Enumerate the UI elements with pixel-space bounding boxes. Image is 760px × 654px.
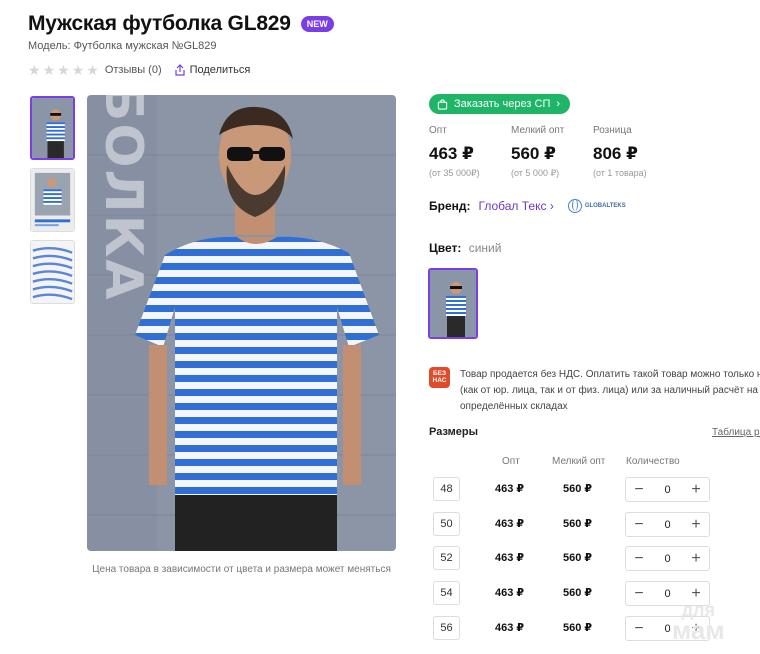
size-table-link[interactable]: Таблица ра xyxy=(712,427,760,438)
size-label[interactable]: 50 xyxy=(433,512,460,536)
size-price-small-opt: 560 ₽ xyxy=(563,552,593,564)
size-price-small-opt: 560 ₽ xyxy=(563,483,593,495)
price-block: Опт 463 ₽ (от 35 000₽) Мелкий опт 560 ₽ … xyxy=(429,125,675,179)
quantity-stepper: − 0 + xyxy=(625,477,710,502)
color-value: синий xyxy=(468,241,502,255)
main-product-image[interactable]: ФУТБОЛКА xyxy=(87,95,396,551)
brand-name: Глобал Текс xyxy=(478,199,547,213)
header-opt: Опт xyxy=(502,456,520,467)
watermark-logo: для мам xyxy=(672,600,725,645)
size-price-opt: 463 ₽ xyxy=(495,483,525,495)
price-wholesale: Опт 463 ₽ (от 35 000₽) xyxy=(429,125,511,179)
price-label: Розница xyxy=(593,125,632,136)
chevron-right-icon: › xyxy=(549,199,554,213)
size-price-opt: 463 ₽ xyxy=(495,587,525,599)
header-quantity: Количество xyxy=(626,456,680,467)
brand-logo: GLOBALTEKS xyxy=(567,199,626,213)
new-badge: NEW xyxy=(300,16,334,32)
share-label: Поделиться xyxy=(189,64,251,76)
share-button[interactable]: Поделиться xyxy=(174,64,251,76)
vat-text: Товар продается без НДС. Оплатить такой … xyxy=(460,369,760,412)
minus-button[interactable]: − xyxy=(632,481,646,498)
size-label[interactable]: 56 xyxy=(433,616,460,640)
bag-icon xyxy=(437,98,448,110)
thumbnail-fabric[interactable] xyxy=(30,240,75,304)
star-icon: ★ xyxy=(57,62,70,78)
minus-button[interactable]: − xyxy=(632,620,646,637)
rating-stars: ★ ★ ★ ★ ★ xyxy=(28,63,99,77)
sizes-title: Размеры xyxy=(429,426,479,438)
title-row: Мужская футболка GL829 NEW xyxy=(28,12,334,36)
quantity-value[interactable]: 0 xyxy=(664,588,670,600)
minus-button[interactable]: − xyxy=(632,516,646,533)
size-label[interactable]: 54 xyxy=(433,581,460,605)
price-label: Опт xyxy=(429,125,447,136)
thumbnail-front[interactable] xyxy=(30,96,75,160)
vat-notice: БЕЗ НАС Товар продается без НДС. Оплатит… xyxy=(429,367,760,415)
minus-button[interactable]: − xyxy=(632,585,646,602)
share-icon xyxy=(175,64,185,76)
brand-row: Бренд: Глобал Текс › GLOBALTEKS xyxy=(429,199,626,213)
price-caption: Цена товара в зависимости от цвета и раз… xyxy=(92,564,391,575)
main-image-text: ФУТБОЛКА xyxy=(93,95,153,301)
price-value: 806 ₽ xyxy=(593,144,638,163)
quantity-stepper: − 0 + xyxy=(625,546,710,571)
size-label[interactable]: 52 xyxy=(433,546,460,570)
plus-button[interactable]: + xyxy=(689,550,703,567)
chevron-right-icon: › xyxy=(556,98,561,110)
order-via-sp-button[interactable]: Заказать через СП › xyxy=(429,94,571,114)
rating-row: ★ ★ ★ ★ ★ Отзывы (0) Поделиться xyxy=(28,63,250,77)
price-min-order: (от 1 товара) xyxy=(593,168,647,178)
product-title: Мужская футболка GL829 xyxy=(28,12,291,35)
plus-button[interactable]: + xyxy=(689,481,703,498)
thumbnail-list xyxy=(30,96,75,304)
star-icon: ★ xyxy=(71,62,85,78)
plus-button[interactable]: + xyxy=(689,516,703,533)
reviews-link[interactable]: Отзывы (0) xyxy=(105,64,162,76)
star-icon: ★ xyxy=(86,62,99,78)
size-label[interactable]: 48 xyxy=(433,477,460,501)
brand-link[interactable]: Глобал Текс › xyxy=(479,199,554,213)
size-row: 48 463 ₽ 560 ₽ − 0 + xyxy=(433,477,760,502)
size-price-small-opt: 560 ₽ xyxy=(563,622,593,634)
quantity-value[interactable]: 0 xyxy=(664,484,670,496)
star-icon: ★ xyxy=(28,62,41,78)
color-label: Цвет: xyxy=(429,241,462,255)
price-retail: Розница 806 ₽ (от 1 товара) xyxy=(593,125,675,179)
price-value: 560 ₽ xyxy=(511,144,556,163)
header-small-opt: Мелкий опт xyxy=(552,456,606,467)
size-row: 52 463 ₽ 560 ₽ − 0 + xyxy=(433,546,760,571)
price-min-order: (от 35 000₽) xyxy=(429,168,480,178)
thumbnail-front-small[interactable] xyxy=(30,168,75,232)
size-row: 50 463 ₽ 560 ₽ − 0 + xyxy=(433,512,760,537)
color-row: Цвет: синий xyxy=(429,241,501,255)
quantity-value[interactable]: 0 xyxy=(664,519,670,531)
quantity-stepper: − 0 + xyxy=(625,512,710,537)
order-label: Заказать через СП xyxy=(454,98,551,110)
quantity-value[interactable]: 0 xyxy=(664,623,670,635)
globe-icon xyxy=(567,199,582,213)
product-model: Модель: Футболка мужская №GL829 xyxy=(28,40,217,52)
price-value: 463 ₽ xyxy=(429,144,474,163)
minus-button[interactable]: − xyxy=(632,550,646,567)
size-price-small-opt: 560 ₽ xyxy=(563,587,593,599)
size-price-opt: 463 ₽ xyxy=(495,552,525,564)
price-min-order: (от 5 000 ₽) xyxy=(511,168,560,178)
watermark-line2: мам xyxy=(672,615,725,645)
brand-logo-text: GLOBALTEKS xyxy=(584,203,626,209)
star-icon: ★ xyxy=(42,62,56,78)
size-price-opt: 463 ₽ xyxy=(495,622,525,634)
color-swatch-blue[interactable] xyxy=(428,268,478,339)
quantity-value[interactable]: 0 xyxy=(664,553,670,565)
size-price-opt: 463 ₽ xyxy=(495,518,525,530)
no-vat-icon: БЕЗ НАС xyxy=(429,367,450,388)
brand-label: Бренд: xyxy=(429,199,471,213)
price-small-wholesale: Мелкий опт 560 ₽ (от 5 000 ₽) xyxy=(511,125,593,179)
price-label: Мелкий опт xyxy=(511,125,565,136)
size-price-small-opt: 560 ₽ xyxy=(563,518,593,530)
